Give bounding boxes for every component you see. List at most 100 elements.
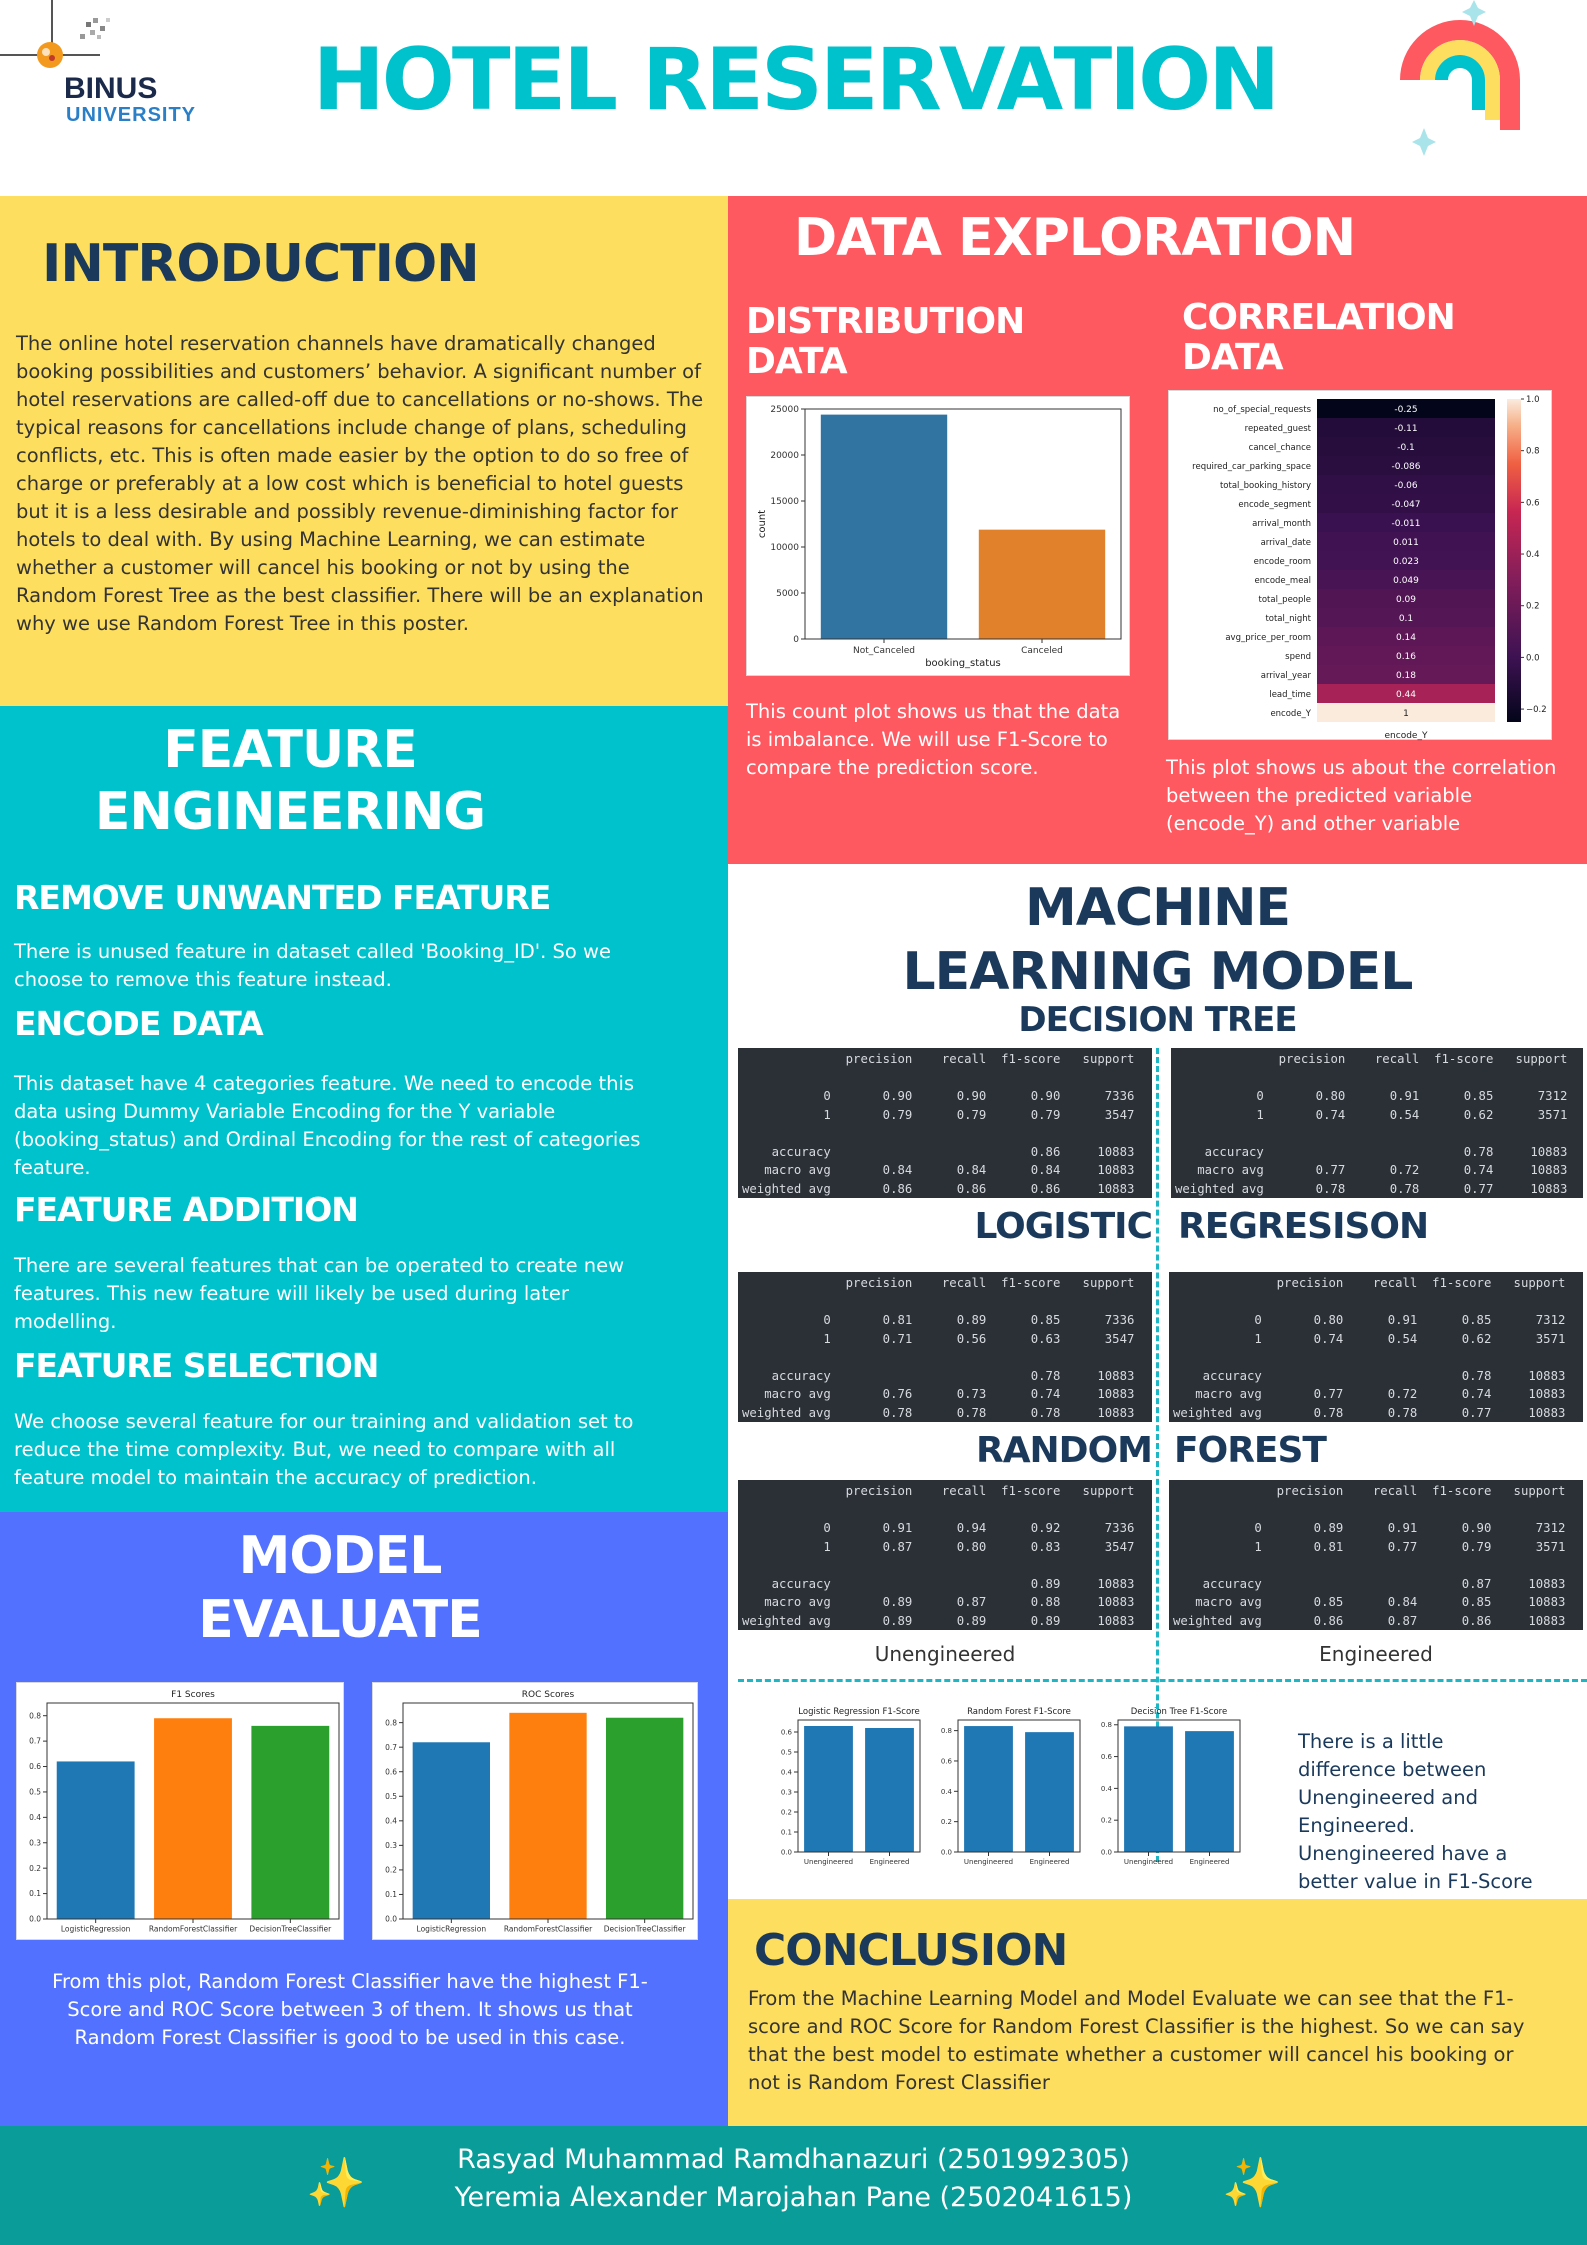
y-tick-label: 10000 [770, 543, 799, 553]
colorbar-tick-label: 0.8 [1526, 447, 1540, 457]
random-label: RANDOM [975, 1430, 1153, 1471]
heat-row-label-encode_Y: encode_Y [1270, 709, 1311, 719]
feature-selection-text: We choose several feature for our traini… [14, 1410, 634, 1489]
colorbar-tick-label: 0.2 [1526, 602, 1540, 612]
chart-title: Decision Tree F1-Score [1131, 1707, 1227, 1717]
y-tick-label: 0.4 [385, 1816, 397, 1825]
y-tick-label: 0.2 [941, 1818, 952, 1826]
heat-row-label-arrival_month: arrival_month [1252, 519, 1311, 529]
conclusion-text: From the Machine Learning Model and Mode… [748, 1987, 1525, 2094]
heat-value-arrival_date: 0.011 [1393, 538, 1419, 548]
colorbar-tick-label: 0.6 [1526, 498, 1540, 508]
heat-row-label-total_night: total_night [1265, 614, 1311, 624]
y-tick-label: 0.6 [941, 1757, 953, 1765]
heat-row-label-encode_meal: encode_meal [1255, 576, 1311, 586]
distribution-heading-1: DISTRIBUTION [746, 301, 1025, 342]
y-tick-label: 0.3 [29, 1838, 41, 1847]
heat-value-spend: 0.16 [1396, 652, 1416, 662]
heat-row-label-spend: spend [1285, 652, 1311, 662]
heat-row-label-no_of_special_requests: no_of_special_requests [1213, 405, 1312, 415]
conclusion-heading: CONCLUSION [754, 1925, 1068, 1976]
rf-compare-chart: Random Forest F1-Score 0.0 0.2 0.4 0.6 0.8 Une… [941, 1707, 1081, 1866]
author-2: Yeremia Alexander Marojahan Pane (250204… [454, 2182, 1133, 2213]
roc-scores-panel: ROC Scores 0.0 0.1 0.2 0.3 0.4 0.5 0.6 0.7 0.8 Log… [372, 1682, 698, 1940]
bar-Engineered [865, 1728, 914, 1852]
heat-value-lead_time: 0.44 [1396, 690, 1416, 700]
heat-value-no_of_special_requests: -0.25 [1394, 405, 1417, 415]
logistic-label: LOGISTIC [974, 1206, 1153, 1247]
ml-heading-1: MACHINE [1024, 878, 1291, 938]
x-tick-label: RandomForestClassifier [149, 1925, 238, 1934]
chart-title: F1 Scores [171, 1690, 215, 1700]
colorbar-tick-label: −0.2 [1526, 705, 1547, 715]
x-tick-label: Engineered [870, 1858, 910, 1866]
heat-row-label-repeated_guest: repeated_guest [1245, 424, 1312, 434]
y-tick-label: 0.4 [941, 1788, 953, 1796]
evaluate-heading-1: MODEL [238, 1526, 443, 1586]
y-tick-label: 0.4 [29, 1813, 41, 1822]
y-tick-label: 0.5 [29, 1788, 41, 1797]
unengineered-caption: Unengineered [874, 1642, 1016, 1666]
y-tick-label: 0.6 [1101, 1753, 1113, 1761]
x-tick-label: Unengineered [964, 1858, 1013, 1866]
heat-value-encode_meal: 0.049 [1393, 576, 1419, 586]
y-tick-label: 0.8 [1101, 1721, 1112, 1729]
bar-Unengineered [804, 1726, 853, 1852]
feature-selection-title: FEATURE SELECTION [14, 1346, 379, 1385]
colorbar [1507, 399, 1521, 722]
bar-Canceled [978, 529, 1106, 639]
y-tick-label: 0.0 [781, 1848, 792, 1856]
data-exploration-heading: DATA EXPLORATION [794, 208, 1356, 268]
bar-DecisionTreeClassifier [251, 1725, 330, 1919]
heat-row-label-arrival_year: arrival_year [1261, 671, 1312, 681]
rf-engineered-report: precision recall f1-score support 0 0.89… [1169, 1480, 1583, 1630]
feature-addition-title: FEATURE ADDITION [14, 1190, 359, 1229]
encode-data-text: This dataset have 4 categories feature. … [14, 1072, 641, 1179]
engineered-caption: Engineered [1319, 1642, 1433, 1666]
x-tick-label: LogisticRegression [61, 1925, 131, 1934]
f1-scores-chart: F1 Scores 0.0 0.1 0.2 0.3 0.4 0.5 0.6 0.7 0.8 Logi… [29, 1690, 340, 1934]
y-tick-label: 0.4 [781, 1768, 793, 1776]
chart-title: Logistic Regression F1-Score [798, 1707, 919, 1717]
y-tick-label: 0.0 [1101, 1848, 1112, 1856]
heat-row-label-encode_segment: encode_segment [1238, 500, 1311, 510]
x-tick-label: DecisionTreeClassifier [604, 1925, 687, 1934]
y-tick-label: 0.3 [781, 1788, 792, 1796]
compare-text: There is a little difference between Une… [1298, 1730, 1533, 1893]
regression-label: REGRESISON [1178, 1206, 1429, 1247]
heat-value-cancel_chance: -0.1 [1397, 443, 1415, 453]
y-tick-label: 0.5 [385, 1792, 397, 1801]
logo-name: BINUS [64, 72, 158, 105]
dt-engineered-report: precision recall f1-score support 0 0.80… [1171, 1048, 1583, 1198]
bar-LogisticRegression [412, 1742, 490, 1919]
heat-row-label-arrival_date: arrival_date [1261, 538, 1311, 548]
rainbow-icon [1400, 0, 1520, 156]
heat-value-required_car_parking_space: -0.086 [1391, 462, 1420, 472]
data-exploration-section: DATA EXPLORATION DISTRIBUTION DATA CORRE… [728, 196, 1587, 864]
bar-RandomForestClassifier [154, 1718, 232, 1919]
heat-value-arrival_month: -0.011 [1391, 519, 1420, 529]
heat-row-label-total_people: total_people [1259, 595, 1312, 605]
x-tick-label: Canceled [1021, 646, 1063, 656]
y-tick-label: 15000 [770, 497, 799, 507]
bar-Not_Canceled [820, 414, 948, 639]
heat-row-label-encode_room: encode_room [1254, 557, 1311, 567]
y-tick-label: 0 [793, 635, 799, 645]
y-tick-label: 5000 [776, 589, 799, 599]
dt-compare-chart: Decision Tree F1-Score 0.0 0.2 0.4 0.6 0.8 Une… [1101, 1707, 1241, 1866]
x-tick-label: Not_Canceled [853, 646, 915, 656]
header: BINUS UNIVERSITY HOTEL RESERVATION [0, 0, 1587, 196]
y-tick-label: 0.7 [385, 1743, 397, 1752]
correlation-heatmap: -0.25no_of_special_requests-0.11repeated… [1192, 395, 1547, 741]
roc-scores-chart: ROC Scores 0.0 0.1 0.2 0.3 0.4 0.5 0.6 0.7 0.8 Log… [385, 1690, 694, 1934]
ml-heading-2: LEARNING MODEL [902, 942, 1414, 1002]
x-tick-label: LogisticRegression [417, 1925, 487, 1934]
remove-feature-text: There is unused feature in dataset calle… [14, 940, 611, 991]
model-evaluate-section: MODEL EVALUATE F1 Scores 0.0 0.1 0.2 0.3 0.4 0… [0, 1512, 728, 2126]
y-axis-label: count [757, 510, 768, 538]
x-tick-label: Engineered [1190, 1858, 1230, 1866]
introduction-text: The online hotel reservation channels ha… [16, 332, 704, 635]
colorbar-tick-label: 0.0 [1526, 653, 1540, 663]
heat-row-label-avg_price_per_room: avg_price_per_room [1225, 633, 1311, 643]
lr-compare-chart: Logistic Regression F1-Score 0.0 0.1 0.2 0.3… [781, 1707, 921, 1866]
